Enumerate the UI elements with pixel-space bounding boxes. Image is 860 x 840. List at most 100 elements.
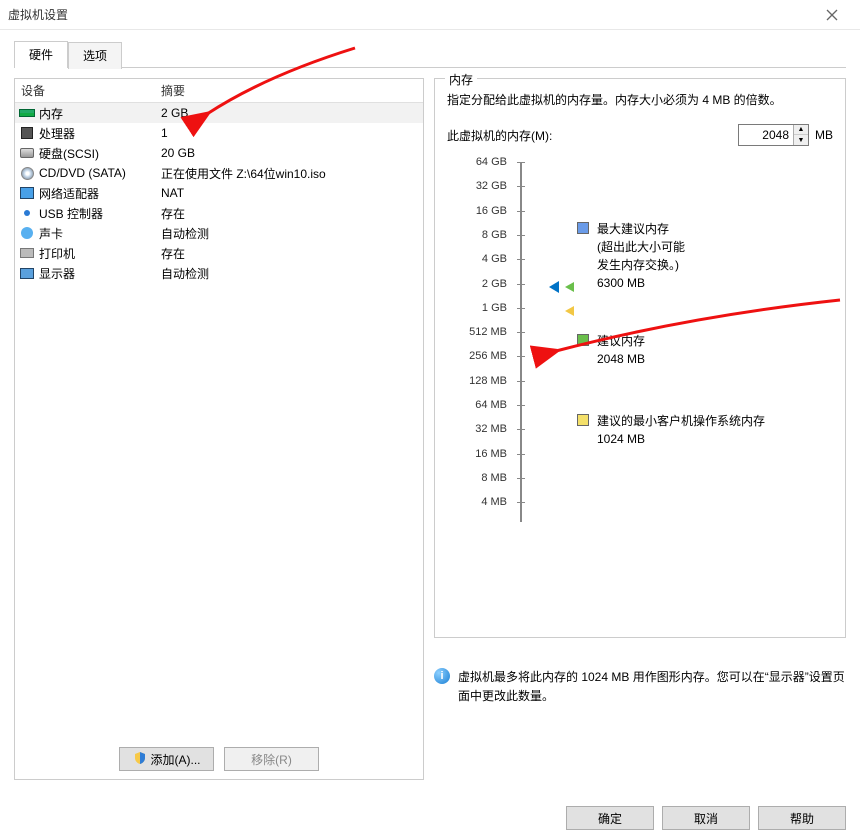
hw-name: 硬盘(SCSI) — [39, 145, 99, 162]
spin-up-icon[interactable]: ▲ — [794, 125, 808, 135]
memory-info-text: 虚拟机最多将此内存的 1024 MB 用作图形内存。您可以在“显示器”设置页面中… — [458, 668, 846, 706]
hardware-row-disp[interactable]: 显示器 自动检测 — [15, 263, 423, 283]
hw-summary: 20 GB — [155, 146, 423, 160]
hardware-header: 设备 摘要 — [15, 79, 423, 103]
help-button[interactable]: 帮助 — [758, 806, 846, 830]
content-area: 设备 摘要 内存 2 GB 处理器 1 硬盘(SCSI) 20 GB CD/DVD (SAT… — [0, 68, 860, 786]
net-icon — [19, 186, 35, 200]
cancel-button[interactable]: 取消 — [662, 806, 750, 830]
window-title: 虚拟机设置 — [8, 6, 812, 23]
hardware-panel: 设备 摘要 内存 2 GB 处理器 1 硬盘(SCSI) 20 GB CD/DVD (SAT… — [14, 78, 424, 780]
hw-name: USB 控制器 — [39, 205, 103, 222]
legend-max-title: 最大建议内存 — [597, 220, 685, 238]
prn-icon — [19, 246, 35, 260]
tick-label: 4 GB — [482, 253, 507, 265]
add-button[interactable]: 添加(A)... — [119, 747, 214, 771]
hw-summary: 自动检测 — [155, 265, 423, 282]
hardware-list: 内存 2 GB 处理器 1 硬盘(SCSI) 20 GB CD/DVD (SATA) 正在使用… — [15, 103, 423, 779]
tab-options[interactable]: 选项 — [68, 42, 122, 69]
legend-rec-title: 建议内存 — [597, 332, 645, 350]
hw-summary: NAT — [155, 186, 423, 200]
hw-name: 声卡 — [39, 225, 63, 242]
dialog-footer: 确定 取消 帮助 — [566, 806, 846, 830]
hw-summary: 自动检测 — [155, 225, 423, 242]
legend-max-note1: (超出此大小可能 — [597, 238, 685, 256]
memory-legend: 最大建议内存 (超出此大小可能 发生内存交换。) 6300 MB 建议内存 20… — [531, 162, 833, 522]
memory-scale: 64 GB32 GB16 GB8 GB4 GB2 GB1 GB512 MB256… — [447, 162, 833, 522]
memory-gauge[interactable] — [517, 162, 525, 522]
legend-max-value: 6300 MB — [597, 274, 685, 292]
tab-bar: 硬件 选项 — [0, 30, 860, 67]
hardware-row-mem[interactable]: 内存 2 GB — [15, 103, 423, 123]
hardware-row-cpu[interactable]: 处理器 1 — [15, 123, 423, 143]
hw-name: 打印机 — [39, 245, 75, 262]
hw-name: 内存 — [39, 105, 63, 122]
current-marker-icon — [549, 281, 559, 293]
hardware-row-net[interactable]: 网络适配器 NAT — [15, 183, 423, 203]
memory-description: 指定分配给此虚拟机的内存量。内存大小必须为 4 MB 的倍数。 — [447, 91, 833, 110]
usb-icon — [19, 206, 35, 220]
memory-spinner[interactable]: ▲ ▼ — [738, 124, 809, 146]
tick-label: 16 GB — [476, 205, 507, 217]
cpu-icon — [19, 126, 35, 140]
recommended-marker-icon — [565, 282, 574, 292]
tick-label: 32 MB — [475, 423, 507, 435]
min-marker-icon — [565, 306, 574, 316]
memory-group-title: 内存 — [445, 71, 477, 88]
hardware-row-snd[interactable]: 声卡 自动检测 — [15, 223, 423, 243]
hw-name: 网络适配器 — [39, 185, 99, 202]
spin-down-icon[interactable]: ▼ — [794, 135, 808, 145]
col-device: 设备 — [15, 82, 155, 99]
cd-icon — [19, 166, 35, 180]
tick-label: 2 GB — [482, 278, 507, 290]
legend-min-title: 建议的最小客户机操作系统内存 — [597, 412, 765, 430]
shield-icon — [133, 751, 147, 768]
legend-max-note2: 发生内存交换。) — [597, 256, 685, 274]
memory-input-label: 此虚拟机的内存(M): — [447, 127, 552, 144]
hw-summary: 1 — [155, 126, 423, 140]
hw-name: CD/DVD (SATA) — [39, 166, 126, 180]
tick-label: 16 MB — [475, 448, 507, 460]
legend-min-square — [577, 414, 589, 426]
add-label: 添加(A)... — [151, 751, 201, 768]
hardware-row-usb[interactable]: USB 控制器 存在 — [15, 203, 423, 223]
hw-summary: 2 GB — [155, 106, 423, 120]
memory-unit: MB — [815, 128, 833, 142]
tick-label: 512 MB — [469, 326, 507, 338]
tick-label: 1 GB — [482, 302, 507, 314]
col-summary: 摘要 — [155, 82, 423, 99]
hardware-row-prn[interactable]: 打印机 存在 — [15, 243, 423, 263]
hdd-icon — [19, 146, 35, 160]
titlebar: 虚拟机设置 — [0, 0, 860, 30]
legend-min-value: 1024 MB — [597, 430, 765, 448]
close-button[interactable] — [812, 1, 852, 29]
memory-panel: 内存 指定分配给此虚拟机的内存量。内存大小必须为 4 MB 的倍数。 此虚拟机的… — [434, 78, 846, 780]
hardware-row-cd[interactable]: CD/DVD (SATA) 正在使用文件 Z:\64位win10.iso — [15, 163, 423, 183]
remove-label: 移除(R) — [251, 751, 292, 768]
tab-hardware[interactable]: 硬件 — [14, 41, 68, 68]
remove-button: 移除(R) — [224, 747, 319, 771]
info-icon: i — [434, 668, 450, 684]
legend-max-square — [577, 222, 589, 234]
memory-input[interactable] — [739, 125, 793, 145]
hw-name: 显示器 — [39, 265, 75, 282]
legend-rec-square — [577, 334, 589, 346]
hw-summary: 存在 — [155, 245, 423, 262]
snd-icon — [19, 226, 35, 240]
hardware-row-hdd[interactable]: 硬盘(SCSI) 20 GB — [15, 143, 423, 163]
hw-summary: 正在使用文件 Z:\64位win10.iso — [155, 165, 423, 182]
tick-label: 4 MB — [481, 496, 507, 508]
tick-label: 32 GB — [476, 180, 507, 192]
hw-name: 处理器 — [39, 125, 75, 142]
hw-summary: 存在 — [155, 205, 423, 222]
ok-button[interactable]: 确定 — [566, 806, 654, 830]
tick-label: 256 MB — [469, 350, 507, 362]
tick-label: 64 GB — [476, 156, 507, 168]
memory-info: i 虚拟机最多将此内存的 1024 MB 用作图形内存。您可以在“显示器”设置页… — [434, 668, 846, 706]
tick-label: 64 MB — [475, 399, 507, 411]
legend-rec-value: 2048 MB — [597, 350, 645, 368]
mem-icon — [19, 106, 35, 120]
tick-label: 128 MB — [469, 375, 507, 387]
tick-label: 8 MB — [481, 472, 507, 484]
tick-label: 8 GB — [482, 229, 507, 241]
